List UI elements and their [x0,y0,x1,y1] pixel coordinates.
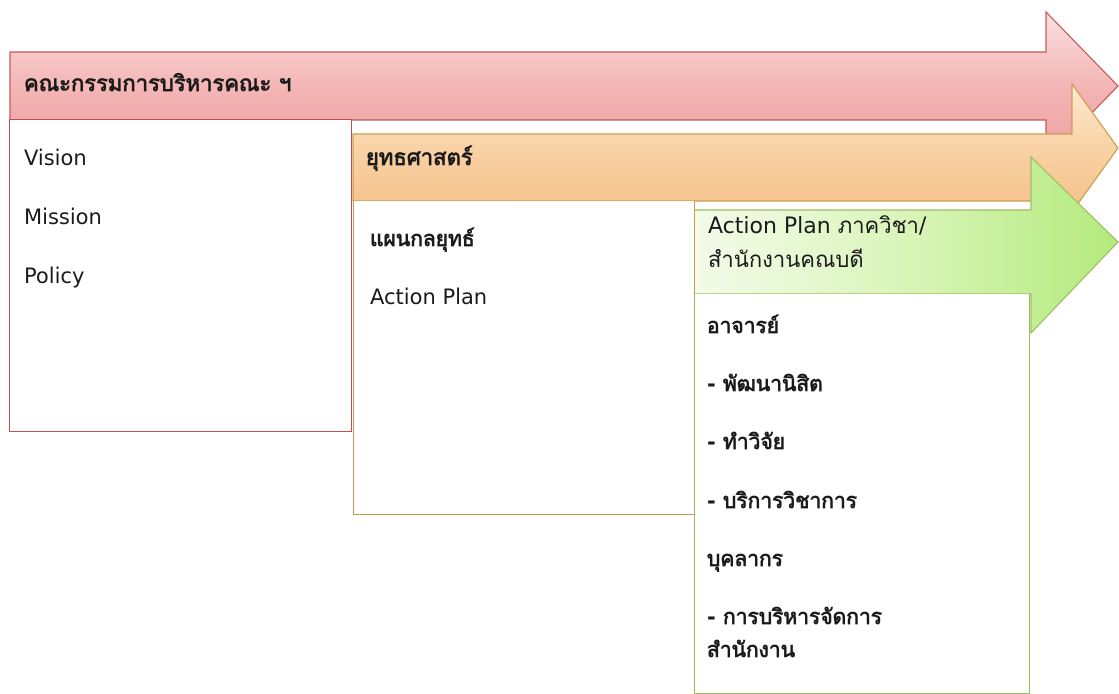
arrow-action-plan-label-line1: Action Plan ภาควิชา/ [708,214,927,239]
personnel-text: บุคลากร [707,546,784,571]
office-text: สำนักงาน [707,638,796,663]
management-text: - การบริหารจัดการ [707,604,883,629]
arrow-action-plan-label: Action Plan ภาควิชา/ สำนักงานคณบดี [708,210,926,278]
arrow-strategy-label: ยุทธศาสตร์ [366,146,473,171]
action-plan-text: Action Plan [370,285,488,310]
mission-text: Mission [24,205,102,230]
research-text: - ทำวิจัย [707,430,786,455]
board-box: Vision Mission Policy [9,119,352,432]
arrow-action-plan-label-line2: สำนักงานคณบดี [708,248,864,274]
policy-text: Policy [24,264,85,289]
vision-text: Vision [24,146,87,170]
arrow-board-label: คณะกรรมการบริหารคณะ ฯ [24,72,292,97]
academic-service-text: - บริการวิชาการ [707,488,858,513]
strategy-box: แผนกลยุทธ์ Action Plan [353,201,695,515]
lecturer-text: อาจารย์ [707,314,780,338]
student-development-text: - พัฒนานิสิต [707,372,823,397]
strategic-plan-text: แผนกลยุทธ์ [370,227,475,251]
action-plan-box: อาจารย์ - พัฒนานิสิต - ทำวิจัย - บริการว… [694,294,1030,694]
